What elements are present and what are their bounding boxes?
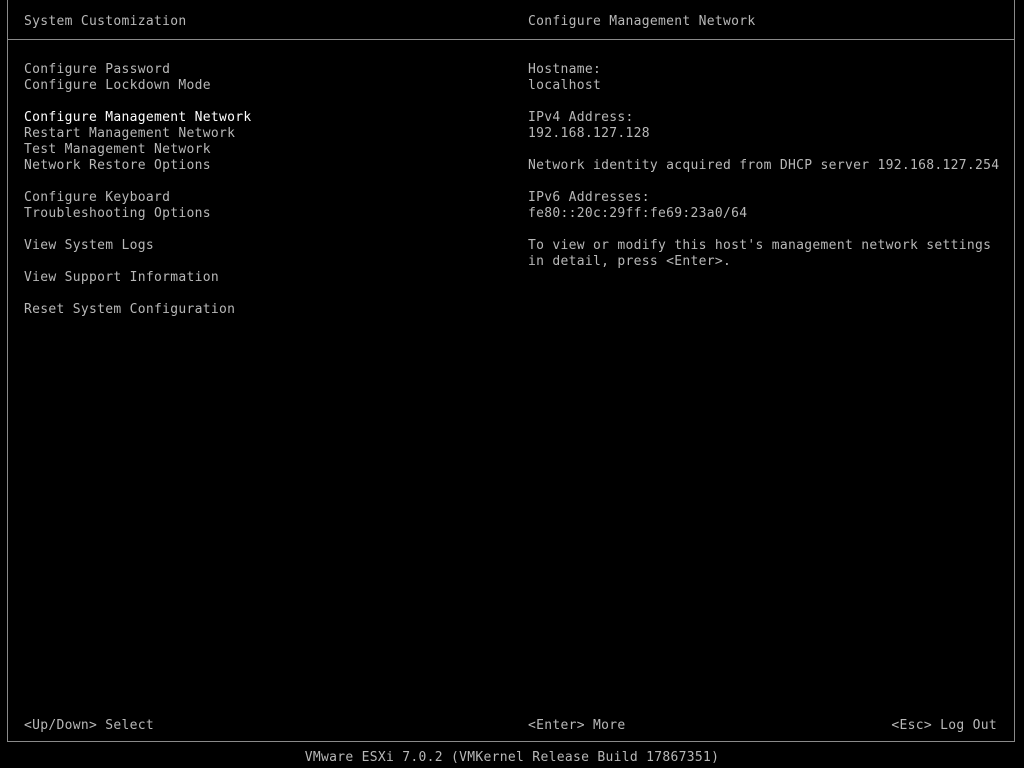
menu-item-configure-keyboard[interactable]: Configure Keyboard	[24, 190, 252, 206]
footer-more-hint[interactable]: <Enter> More	[528, 718, 626, 733]
panel-title-system-customization: System Customization	[24, 14, 187, 29]
dhcp-note: Network identity acquired from DHCP serv…	[528, 158, 1000, 173]
menu-item-reset-system-configuration[interactable]: Reset System Configuration	[24, 302, 252, 318]
help-text: To view or modify this host's management…	[528, 238, 992, 269]
hostname-value: localhost	[528, 78, 602, 93]
dhcp-block: Network identity acquired from DHCP serv…	[528, 158, 1012, 174]
ipv6-block: IPv6 Addresses: fe80::20c:29ff:fe69:23a0…	[528, 190, 1012, 222]
footer-select-hint: <Up/Down> Select	[24, 718, 155, 733]
footer-logout-hint[interactable]: <Esc> Log Out	[891, 718, 997, 733]
menu-item-test-management-network[interactable]: Test Management Network	[24, 142, 252, 158]
ipv6-value: fe80::20c:29ff:fe69:23a0/64	[528, 206, 748, 221]
menu-item-restart-management-network[interactable]: Restart Management Network	[24, 126, 252, 142]
ipv4-block: IPv4 Address: 192.168.127.128	[528, 110, 1012, 142]
ipv4-value: 192.168.127.128	[528, 126, 650, 141]
customization-menu: Configure Password Configure Lockdown Mo…	[24, 62, 252, 318]
hostname-label: Hostname:	[528, 62, 602, 77]
menu-item-network-restore-options[interactable]: Network Restore Options	[24, 158, 252, 174]
ipv4-label: IPv4 Address:	[528, 110, 634, 125]
menu-item-view-support-information[interactable]: View Support Information	[24, 270, 252, 286]
details-panel: Hostname: localhost IPv4 Address: 192.16…	[528, 62, 1012, 286]
menu-item-troubleshooting-options[interactable]: Troubleshooting Options	[24, 206, 252, 222]
panel-title-configure-management-network: Configure Management Network	[528, 14, 756, 29]
ipv6-label: IPv6 Addresses:	[528, 190, 650, 205]
header-bar: System Customization Configure Managemen…	[8, 0, 1014, 40]
menu-item-configure-password[interactable]: Configure Password	[24, 62, 252, 78]
hostname-block: Hostname: localhost	[528, 62, 1012, 94]
status-bar-version: VMware ESXi 7.0.2 (VMKernel Release Buil…	[304, 750, 720, 765]
menu-item-configure-lockdown-mode[interactable]: Configure Lockdown Mode	[24, 78, 252, 94]
menu-item-configure-management-network[interactable]: Configure Management Network	[24, 110, 252, 126]
menu-item-view-system-logs[interactable]: View System Logs	[24, 238, 252, 254]
dcui-frame: System Customization Configure Managemen…	[7, 0, 1015, 742]
